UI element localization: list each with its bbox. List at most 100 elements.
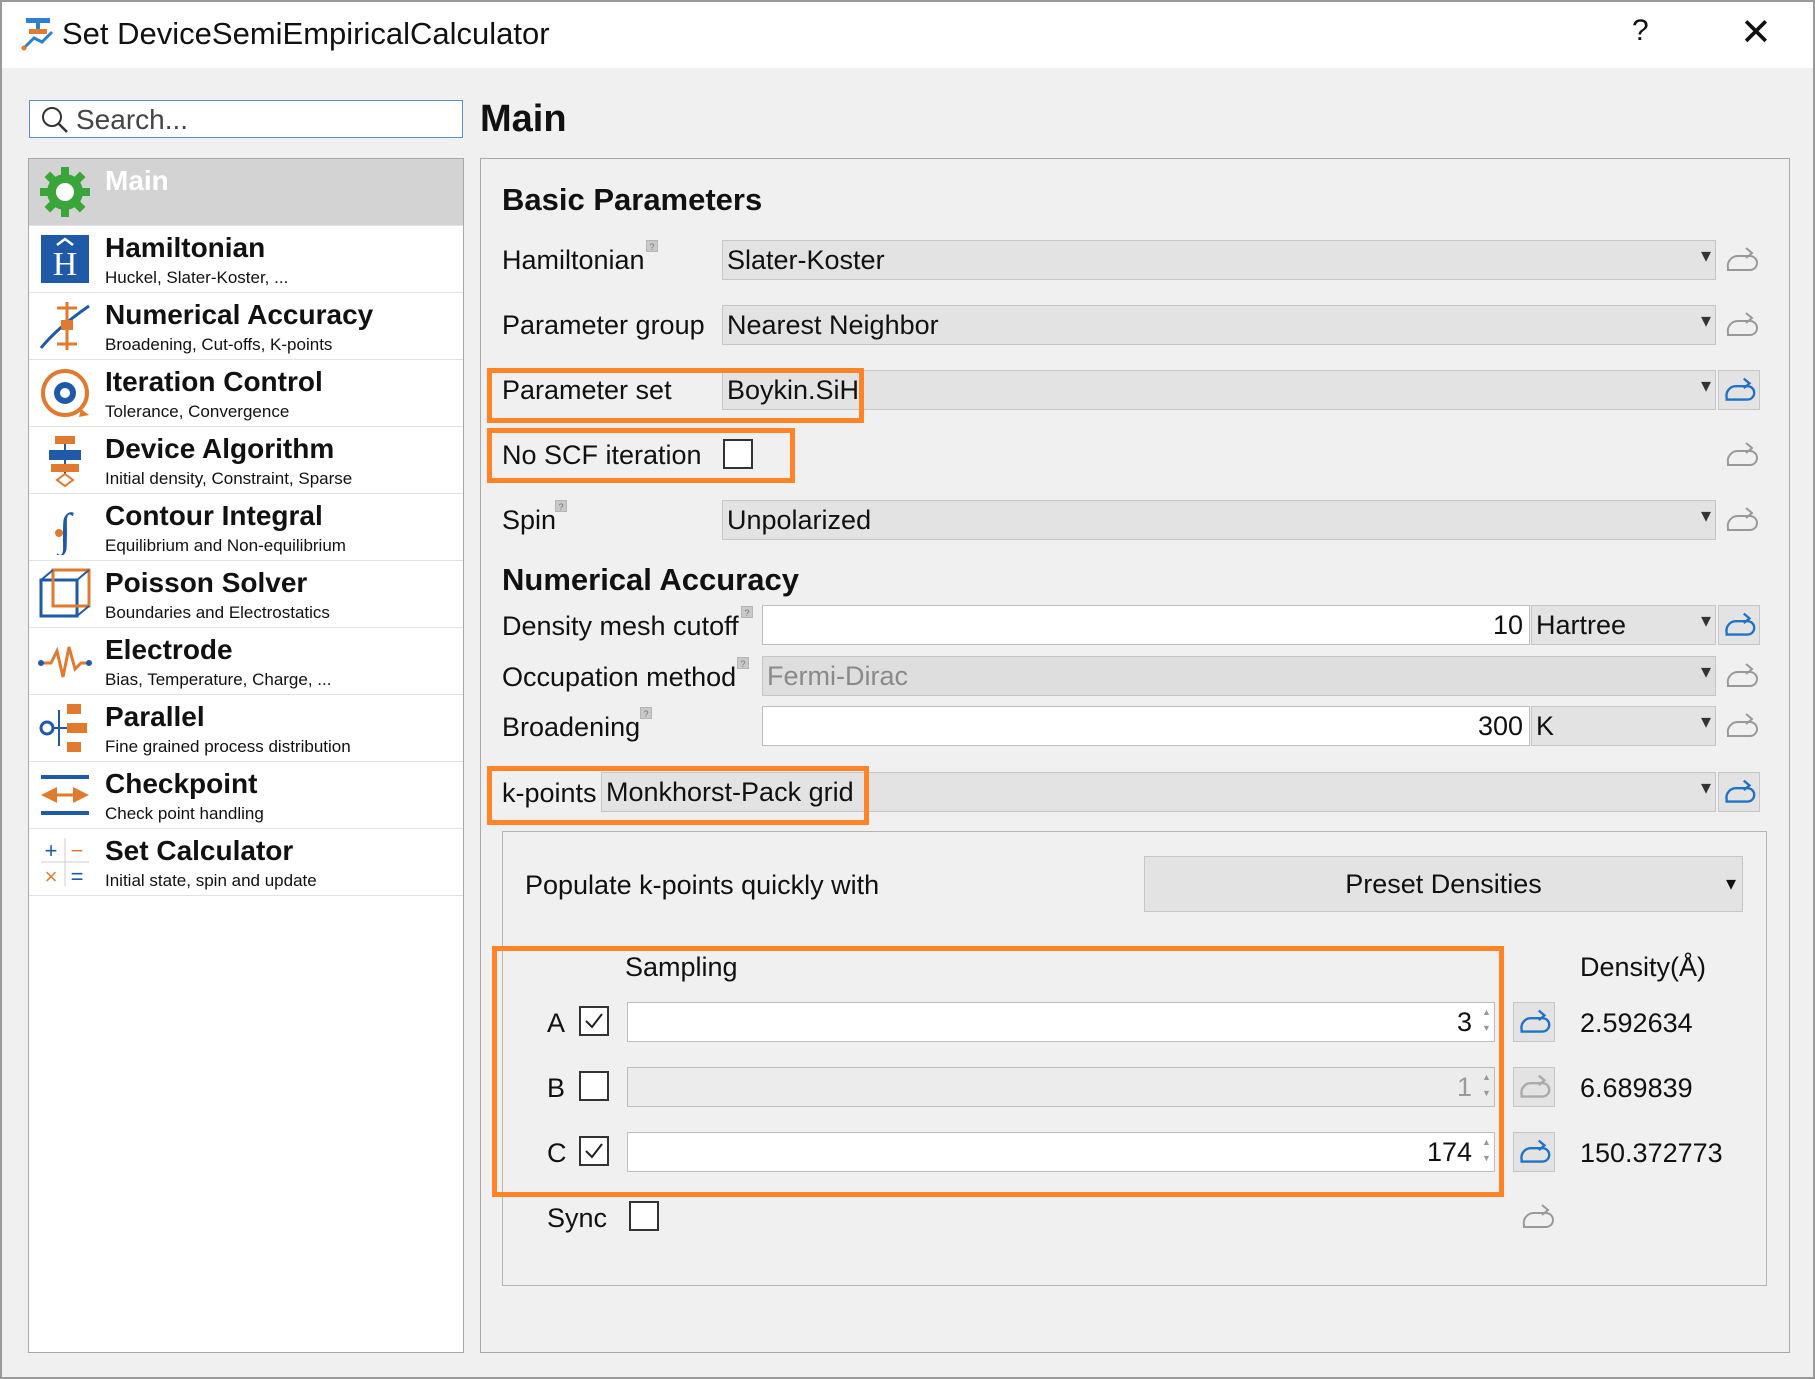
parameter-set-label: Parameter set: [502, 375, 672, 405]
sampling-c-spinner[interactable]: ▲ ▼: [1481, 1133, 1495, 1171]
sidebar-item-label: Electrode: [105, 634, 233, 665]
sidebar-item-subtitle: Bias, Temperature, Charge, ...: [105, 670, 332, 689]
sidebar: Main H Hamiltonian Huckel, Slater-Koster…: [28, 158, 464, 1353]
spin-dropdown[interactable]: Unpolarized ▾: [722, 500, 1716, 540]
occupation-method-dropdown[interactable]: Fermi-Dirac ▾: [762, 656, 1716, 696]
no-scf-label: No SCF iteration: [502, 440, 702, 470]
broadening-unit-dropdown[interactable]: K ▾: [1531, 706, 1716, 746]
occupation-method-label: Occupation method: [502, 662, 737, 692]
svg-text:−: −: [71, 838, 84, 863]
help-hint-icon[interactable]: ?: [555, 500, 567, 512]
help-hint-icon[interactable]: ?: [741, 606, 753, 618]
svg-text:×: ×: [45, 864, 58, 889]
reset-active-icon[interactable]: [1718, 370, 1760, 410]
sampling-b-input[interactable]: 1: [627, 1067, 1495, 1107]
sidebar-item-label: Main: [105, 165, 169, 196]
reset-icon[interactable]: [1720, 305, 1762, 345]
kpoints-label: k-points: [502, 778, 597, 808]
populate-kpoints-label: Populate k-points quickly with: [525, 870, 880, 900]
sidebar-item-label: Checkpoint: [105, 768, 258, 799]
section-heading-numerical: Numerical Accuracy: [502, 562, 799, 597]
parallel-icon: [39, 704, 87, 752]
density-mesh-cutoff-input[interactable]: 10: [762, 605, 1530, 645]
axis-label-a: A: [547, 1008, 566, 1038]
sidebar-item-parallel[interactable]: Parallel Fine grained process distributi…: [29, 695, 463, 762]
sidebar-item-numerical-accuracy[interactable]: Numerical Accuracy Broadening, Cut-offs,…: [29, 293, 463, 360]
checkpoint-icon: [41, 775, 89, 815]
help-hint-icon[interactable]: ?: [737, 657, 749, 669]
parameter-group-label: Parameter group: [502, 310, 705, 340]
iteration-icon: [41, 369, 89, 417]
sidebar-item-label: Set Calculator: [105, 835, 294, 866]
reset-active-icon[interactable]: [1513, 1002, 1555, 1042]
sidebar-item-checkpoint[interactable]: Checkpoint Check point handling: [29, 762, 463, 829]
reset-icon[interactable]: [1513, 1067, 1555, 1107]
sync-checkbox[interactable]: [629, 1201, 659, 1231]
sampling-a-spinner[interactable]: ▲ ▼: [1481, 1003, 1495, 1041]
density-c-value: 150.372773: [1580, 1138, 1723, 1168]
search-input[interactable]: [74, 103, 458, 137]
sidebar-item-set-calculator[interactable]: + − × = Set Calculator Initial state, sp…: [29, 829, 463, 896]
electrode-icon: [38, 646, 92, 678]
reset-active-icon[interactable]: [1718, 772, 1760, 812]
axis-b-checkbox[interactable]: [579, 1071, 609, 1101]
preset-densities-button[interactable]: Preset Densities ▾: [1144, 856, 1743, 912]
window-title: Set DeviceSemiEmpiricalCalculator: [62, 16, 550, 51]
hamiltonian-icon: H: [41, 235, 89, 283]
hamiltonian-label: Hamiltonian: [502, 245, 645, 275]
axis-c-checkbox[interactable]: [579, 1136, 609, 1166]
close-button[interactable]: ✕: [1740, 10, 1772, 55]
sampling-b-spinner[interactable]: ▲ ▼: [1481, 1068, 1495, 1106]
sidebar-item-device-algorithm[interactable]: Device Algorithm Initial density, Constr…: [29, 427, 463, 494]
help-hint-icon[interactable]: ?: [640, 707, 652, 719]
reset-icon[interactable]: [1720, 656, 1762, 696]
dialog-window: Set DeviceSemiEmpiricalCalculator ? ✕ Se…: [0, 0, 1815, 1379]
reset-icon[interactable]: [1720, 435, 1762, 475]
reset-active-icon[interactable]: [1513, 1132, 1555, 1172]
parameter-group-dropdown[interactable]: Nearest Neighbor ▾: [722, 305, 1716, 345]
parameter-set-dropdown[interactable]: Boykin.SiH ▾: [722, 370, 1716, 410]
sidebar-item-subtitle: Check point handling: [105, 804, 264, 823]
sampling-a-input[interactable]: 3: [627, 1002, 1495, 1042]
hamiltonian-dropdown[interactable]: Slater-Koster ▾: [722, 240, 1716, 280]
density-a-value: 2.592634: [1580, 1008, 1693, 1038]
density-mesh-cutoff-label: Density mesh cutoff: [502, 611, 739, 641]
page-title: Main: [480, 98, 567, 140]
cube-icon: [39, 568, 91, 618]
svg-text:+: +: [45, 838, 58, 863]
help-hint-icon[interactable]: ?: [646, 240, 658, 252]
sidebar-item-subtitle: Huckel, Slater-Koster, ...: [105, 268, 289, 287]
axis-label-b: B: [547, 1073, 566, 1103]
svg-text:H: H: [53, 246, 78, 283]
reset-icon[interactable]: [1720, 240, 1762, 280]
gear-icon: [40, 167, 90, 217]
sidebar-item-label: Numerical Accuracy: [105, 299, 374, 330]
section-heading-basic: Basic Parameters: [502, 182, 763, 217]
no-scf-checkbox[interactable]: [723, 439, 753, 469]
density-unit-dropdown[interactable]: Hartree ▾: [1531, 605, 1716, 645]
sampling-c-input[interactable]: 174: [627, 1132, 1495, 1172]
reset-icon[interactable]: [1516, 1197, 1558, 1237]
sidebar-item-label: Parallel: [105, 701, 205, 732]
sidebar-item-iteration-control[interactable]: Iteration Control Tolerance, Convergence: [29, 360, 463, 427]
sidebar-item-poisson-solver[interactable]: Poisson Solver Boundaries and Electrosta…: [29, 561, 463, 628]
kpoints-dropdown[interactable]: Monkhorst-Pack grid ▾: [601, 772, 1716, 812]
calculator-icon: + − × =: [41, 838, 89, 889]
sidebar-item-electrode[interactable]: Electrode Bias, Temperature, Charge, ...: [29, 628, 463, 695]
sidebar-item-hamiltonian[interactable]: H Hamiltonian Huckel, Slater-Koster, ...: [29, 226, 463, 293]
reset-active-icon[interactable]: [1718, 605, 1760, 645]
chevron-down-icon: ▾: [1700, 505, 1711, 527]
numerical-accuracy-icon: [39, 302, 90, 350]
sidebar-item-subtitle: Initial density, Constraint, Sparse: [105, 469, 353, 488]
sidebar-item-contour-integral[interactable]: ∫ Contour Integral Equilibrium and Non-e…: [29, 494, 463, 561]
app-icon: [21, 18, 54, 51]
sidebar-item-label: Iteration Control: [105, 366, 323, 397]
title-bar: Set DeviceSemiEmpiricalCalculator ? ✕: [2, 2, 1813, 68]
broadening-input[interactable]: 300: [762, 706, 1530, 746]
reset-icon[interactable]: [1720, 500, 1762, 540]
axis-a-checkbox[interactable]: [579, 1006, 609, 1036]
sync-label: Sync: [547, 1203, 608, 1233]
reset-icon[interactable]: [1720, 706, 1762, 746]
help-button[interactable]: ?: [1632, 14, 1649, 48]
sidebar-item-main[interactable]: Main: [29, 159, 463, 226]
